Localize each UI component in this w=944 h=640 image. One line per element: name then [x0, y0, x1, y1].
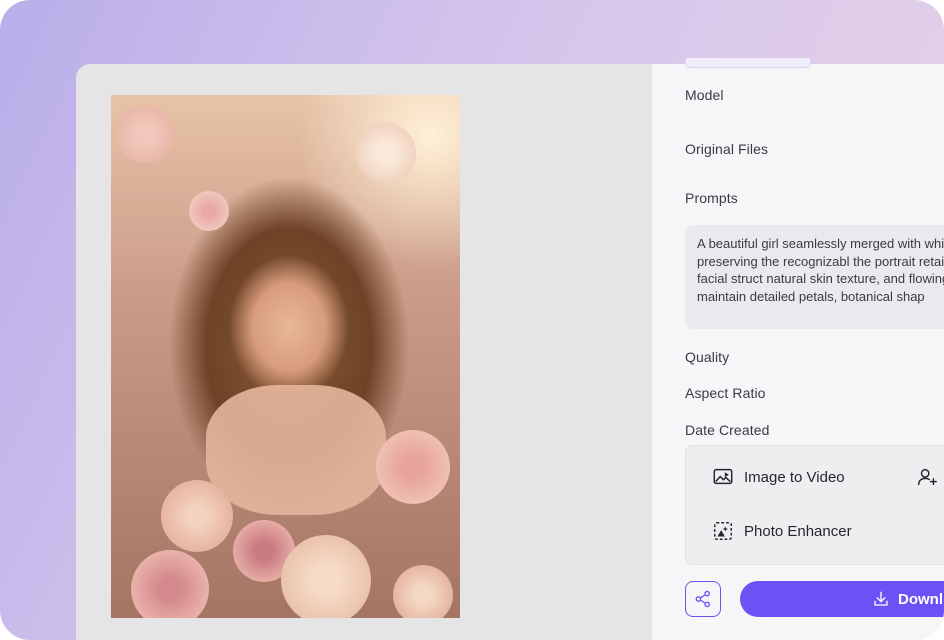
prompts-label: Prompts [685, 190, 738, 206]
model-label: Model [685, 87, 724, 103]
image-flower [376, 430, 450, 504]
tools-panel: Image to Video Photo Enhancer [685, 445, 944, 565]
image-flower [189, 191, 229, 231]
details-panel: Model Original Files Prompts A beautiful… [652, 58, 944, 640]
image-video-icon [713, 468, 733, 485]
date-created-label: Date Created [685, 422, 770, 438]
image-to-video-label: Image to Video [744, 468, 845, 486]
image-flower [356, 123, 416, 183]
photo-enhancer-button[interactable]: Photo Enhancer [712, 520, 852, 542]
image-flower [131, 550, 209, 618]
share-button[interactable] [685, 581, 721, 617]
download-icon [874, 591, 888, 606]
download-button[interactable]: Downl [740, 581, 944, 617]
prompt-text: A beautiful girl seamlessly merged with … [697, 236, 944, 304]
image-flower [116, 105, 174, 163]
image-flower [161, 480, 233, 552]
preview-canvas [76, 64, 652, 640]
generated-image[interactable] [111, 95, 460, 618]
original-files-label: Original Files [685, 141, 769, 157]
image-to-video-button[interactable]: Image to Video [712, 466, 845, 488]
image-flower [393, 565, 453, 618]
app-frame: Model Original Files Prompts A beautiful… [0, 0, 944, 640]
enhancer-icon [714, 522, 732, 540]
image-body-region [206, 385, 386, 515]
share-icon [695, 590, 710, 608]
app-window: Model Original Files Prompts A beautiful… [76, 58, 944, 640]
image-flower [281, 535, 371, 618]
quality-label: Quality [685, 349, 730, 365]
tag-chip[interactable] [685, 58, 811, 68]
download-label: Downl [898, 590, 943, 608]
aspect-ratio-label: Aspect Ratio [685, 385, 766, 401]
person-add-button[interactable] [916, 466, 938, 493]
prompt-box[interactable]: A beautiful girl seamlessly merged with … [685, 225, 944, 329]
photo-enhancer-label: Photo Enhancer [744, 522, 852, 540]
person-add-icon [918, 468, 937, 486]
